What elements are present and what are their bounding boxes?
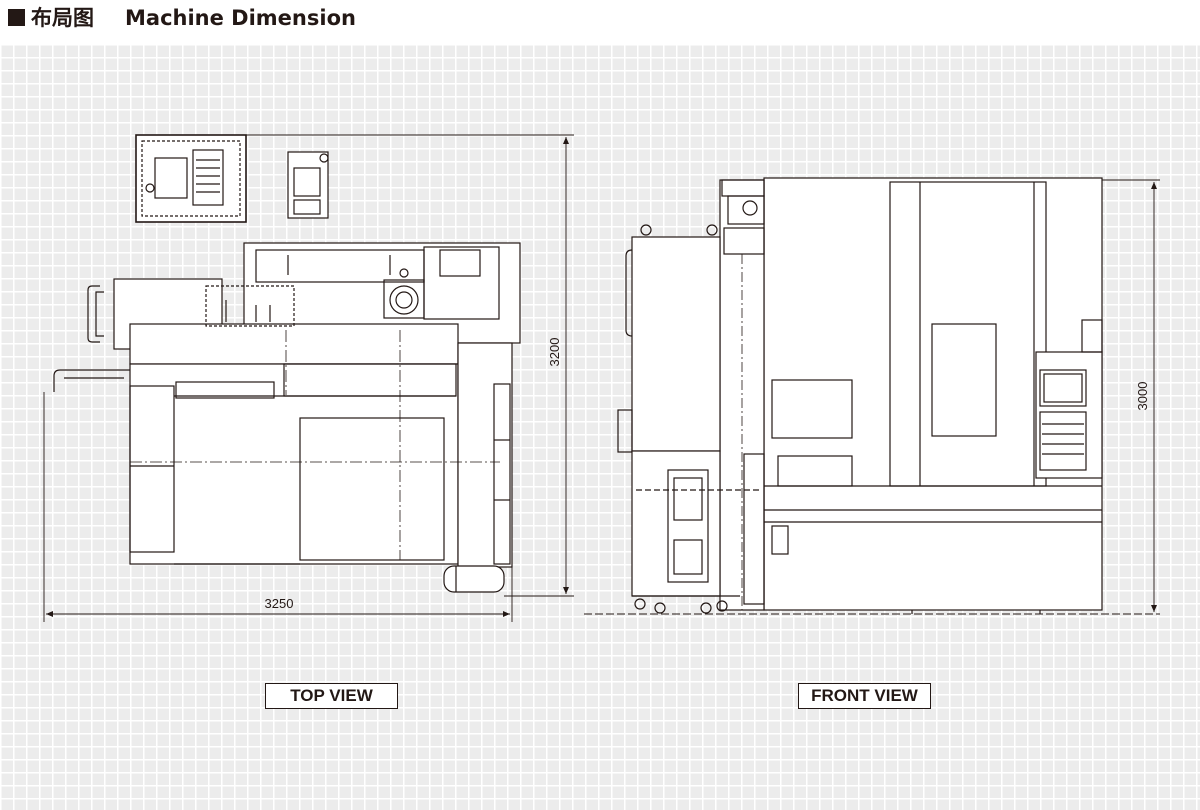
front-view-machine-body bbox=[617, 177, 1103, 614]
hydraulic-unit-top-box bbox=[287, 151, 329, 219]
height-dimension-label: 3000 bbox=[1135, 382, 1150, 411]
machine-drawing: 3250 3200 3000 bbox=[43, 134, 1160, 622]
depth-dimension-label: 3200 bbox=[547, 338, 562, 367]
front-view-label: FRONT VIEW bbox=[798, 683, 931, 709]
front-view-drawing bbox=[584, 177, 1160, 615]
top-view-machine-body bbox=[53, 242, 521, 593]
front-view-height-dimension bbox=[1102, 179, 1160, 612]
top-view-label: TOP VIEW bbox=[265, 683, 398, 709]
width-dimension-label: 3250 bbox=[265, 596, 294, 611]
top-view-drawing bbox=[43, 134, 574, 622]
control-unit-top-box bbox=[135, 134, 247, 223]
